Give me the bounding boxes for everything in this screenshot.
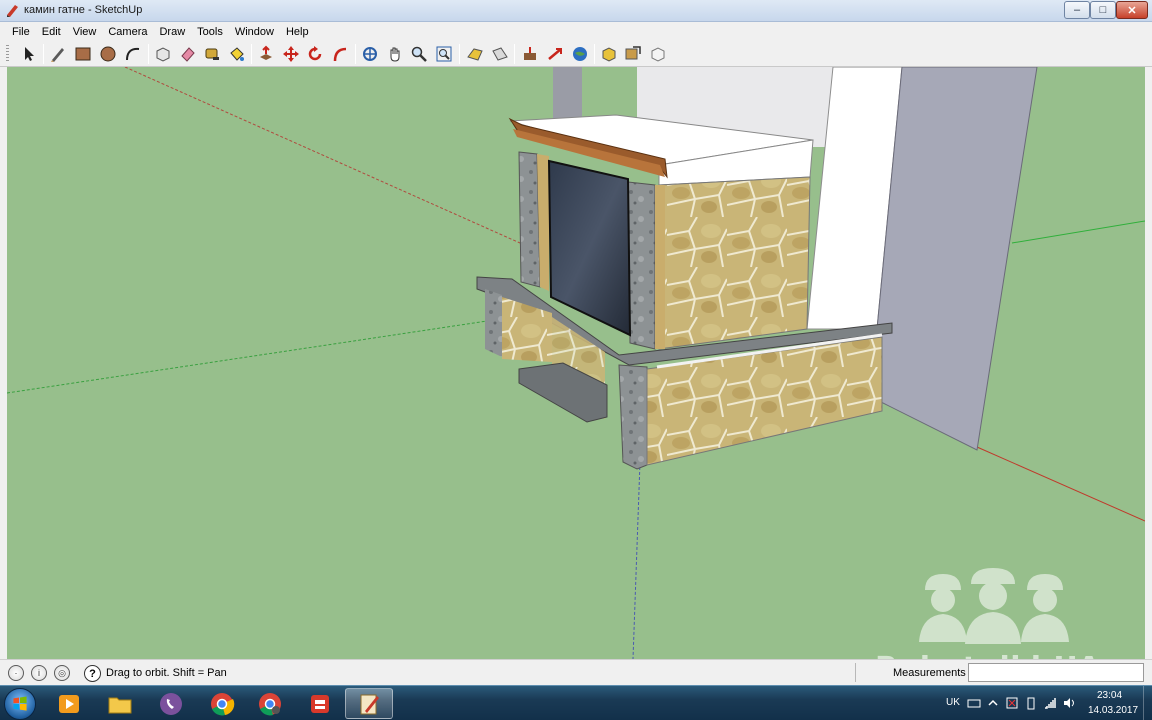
- menu-file[interactable]: File: [6, 26, 36, 38]
- menu-edit[interactable]: Edit: [36, 26, 67, 38]
- photo-texture-icon[interactable]: [623, 44, 643, 64]
- taskbar-file-explorer[interactable]: [96, 688, 144, 719]
- pan-tool-icon[interactable]: [385, 44, 405, 64]
- toolbar-separator: [594, 44, 595, 64]
- tape-measure-icon[interactable]: [202, 44, 222, 64]
- volume-icon[interactable]: [1062, 696, 1076, 710]
- arc-tool-icon[interactable]: [123, 44, 143, 64]
- clock-time[interactable]: 23:04: [1097, 690, 1122, 701]
- close-button[interactable]: ✕: [1116, 1, 1148, 19]
- pencil-tool-icon[interactable]: [48, 44, 68, 64]
- blue-axis-line: [632, 461, 641, 659]
- menu-camera[interactable]: Camera: [102, 26, 153, 38]
- follow-me-icon[interactable]: [330, 44, 350, 64]
- make-component-icon[interactable]: [153, 44, 173, 64]
- toolbar-separator: [459, 44, 460, 64]
- taskbar-sketchup-layout[interactable]: [345, 688, 393, 719]
- base-stone-left: [485, 289, 502, 357]
- viewport-right-border: [1145, 67, 1152, 659]
- toolbar-grip[interactable]: [6, 45, 9, 63]
- share-model-icon[interactable]: [599, 44, 619, 64]
- help-icon[interactable]: ?: [84, 665, 101, 682]
- rotate-tool-icon[interactable]: [305, 44, 325, 64]
- toolbar: [0, 41, 1152, 67]
- taskbar-chrome-alt[interactable]: [246, 688, 294, 719]
- start-button[interactable]: [4, 688, 36, 720]
- language-indicator[interactable]: UK: [946, 697, 960, 708]
- action-center-icon[interactable]: [1005, 696, 1019, 710]
- circle-tool-icon[interactable]: [98, 44, 118, 64]
- taskbar-media-player[interactable]: [45, 688, 93, 719]
- taskbar-viber[interactable]: [147, 688, 195, 719]
- next-view-icon[interactable]: [490, 44, 510, 64]
- menu-view[interactable]: View: [67, 26, 103, 38]
- show-desktop-button[interactable]: [1143, 686, 1152, 720]
- red-axis-line: [976, 446, 1145, 522]
- stone-strip-right: [655, 185, 665, 349]
- clock-date[interactable]: 14.03.2017: [1088, 705, 1138, 716]
- toolbar-separator: [355, 44, 356, 64]
- paint-bucket-icon[interactable]: [227, 44, 247, 64]
- menu-tools[interactable]: Tools: [191, 26, 229, 38]
- geo-location-icon[interactable]: ·: [8, 665, 24, 681]
- google-earth-icon[interactable]: [570, 44, 590, 64]
- maximize-button[interactable]: □: [1090, 1, 1116, 19]
- get-models-icon[interactable]: [545, 44, 565, 64]
- menu-window[interactable]: Window: [229, 26, 280, 38]
- zoom-extents-icon[interactable]: [434, 44, 454, 64]
- eraser-tool-icon[interactable]: [178, 44, 198, 64]
- menu-draw[interactable]: Draw: [153, 26, 191, 38]
- menu-help[interactable]: Help: [280, 26, 315, 38]
- extension-warehouse-icon[interactable]: [648, 44, 668, 64]
- network-signal-icon[interactable]: [1043, 696, 1057, 710]
- title-bar: камин гатне - SketchUp – □ ✕: [0, 0, 1152, 22]
- toolbar-separator: [148, 44, 149, 64]
- window-title: камин гатне - SketchUp: [24, 4, 143, 16]
- measurements-label: Measurements: [893, 667, 966, 679]
- push-pull-icon[interactable]: [256, 44, 276, 64]
- user-account-icon[interactable]: ◎: [54, 665, 70, 681]
- measurements-input[interactable]: [968, 663, 1144, 682]
- rectangle-tool-icon[interactable]: [73, 44, 93, 64]
- battery-icon[interactable]: [1024, 696, 1038, 710]
- red-axis-line: [124, 67, 521, 244]
- toolbar-separator: [251, 44, 252, 64]
- chimney-side: [876, 67, 1038, 451]
- orbit-tool-icon[interactable]: [360, 44, 380, 64]
- status-hint: Drag to orbit. Shift = Pan: [106, 667, 227, 679]
- select-tool-icon[interactable]: [19, 44, 39, 64]
- base-corner-column: [618, 364, 648, 470]
- toolbar-separator: [514, 44, 515, 64]
- status-bar: · i ◎ ? Drag to orbit. Shift = Pan Measu…: [0, 659, 1152, 685]
- stone-panel-upper: [658, 176, 811, 350]
- move-tool-icon[interactable]: [281, 44, 301, 64]
- toolbar-separator: [43, 44, 44, 64]
- green-axis-line: [7, 320, 488, 394]
- zoom-tool-icon[interactable]: [409, 44, 429, 64]
- green-axis-line: [1011, 220, 1145, 244]
- status-divider: [855, 663, 856, 682]
- granite-column-right: [627, 181, 656, 350]
- granite-column-left: [518, 151, 541, 288]
- add-location-icon[interactable]: [520, 44, 540, 64]
- workers-watermark-icon: [919, 568, 1069, 644]
- windows-taskbar: UK 23:04 14.03.2017: [0, 685, 1152, 720]
- tray-expand-icon[interactable]: [986, 696, 1000, 710]
- keyboard-icon[interactable]: [967, 696, 981, 710]
- taskbar-chrome[interactable]: [198, 688, 246, 719]
- menu-bar: File Edit View Camera Draw Tools Window …: [0, 22, 1152, 41]
- viewport-left-border: [0, 67, 7, 659]
- sketchup-app-icon: [7, 5, 18, 17]
- firebox-glass: [547, 159, 632, 337]
- taskbar-sketchup[interactable]: [296, 688, 344, 719]
- minimize-button[interactable]: –: [1064, 1, 1090, 19]
- previous-view-icon[interactable]: [465, 44, 485, 64]
- credits-icon[interactable]: i: [31, 665, 47, 681]
